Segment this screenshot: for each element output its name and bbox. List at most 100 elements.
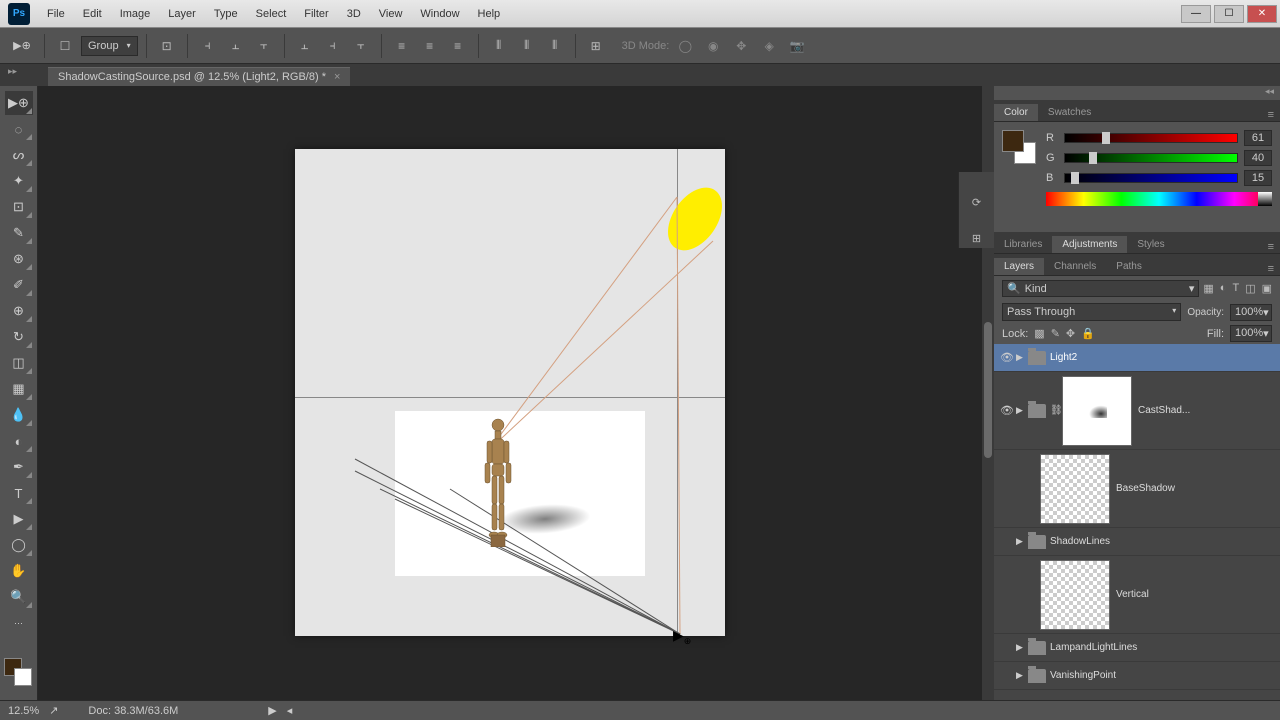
layer-name-label[interactable]: ShadowLines	[1050, 536, 1276, 547]
r-value-input[interactable]: 61	[1244, 130, 1272, 146]
color-tab[interactable]: Color	[994, 104, 1038, 121]
lock-position-icon[interactable]: ✥	[1066, 327, 1075, 340]
magic-wand-tool-icon[interactable]: ✦	[5, 169, 33, 193]
layer-row[interactable]: BaseShadow	[994, 450, 1280, 528]
distribute-right-icon[interactable]: ⦀	[543, 36, 567, 56]
zoom-tool-icon[interactable]: 🔍	[5, 585, 33, 609]
document-canvas[interactable]: ▶⊕	[295, 149, 725, 636]
tab-close-icon[interactable]: ×	[334, 71, 340, 83]
swatches-tab[interactable]: Swatches	[1038, 104, 1101, 121]
adjustments-tab[interactable]: Adjustments	[1052, 236, 1127, 253]
layers-tab[interactable]: Layers	[994, 258, 1044, 275]
move-tool-preset-icon[interactable]: ▶⊕	[8, 34, 36, 58]
libraries-tab[interactable]: Libraries	[994, 236, 1052, 253]
disclosure-icon[interactable]: ▶	[1016, 642, 1028, 653]
menu-window[interactable]: Window	[411, 8, 468, 20]
blend-mode-dropdown[interactable]: Pass Through	[1002, 303, 1181, 321]
channels-tab[interactable]: Channels	[1044, 258, 1106, 275]
spectrum-ramp[interactable]	[1046, 192, 1272, 206]
menu-file[interactable]: File	[38, 8, 74, 20]
paths-tab[interactable]: Paths	[1106, 258, 1152, 275]
layer-name-label[interactable]: LampandLightLines	[1050, 642, 1276, 653]
lasso-tool-icon[interactable]: ᔕ	[5, 143, 33, 167]
path-select-tool-icon[interactable]: ▶	[5, 507, 33, 531]
layers-list[interactable]: 👁▶Light2👁▶⛓CastShad...BaseShadow▶ShadowL…	[994, 344, 1280, 720]
3d-roll-icon[interactable]: ◉	[701, 36, 725, 56]
auto-align-icon[interactable]: ⊞	[584, 36, 608, 56]
mask-link-icon[interactable]: ⛓	[1050, 405, 1062, 416]
3d-slide-icon[interactable]: ◈	[757, 36, 781, 56]
canvas-area[interactable]: ▶⊕	[38, 86, 994, 720]
layer-row[interactable]: ▶ShadowLines	[994, 528, 1280, 556]
fill-input[interactable]: 100%▾	[1230, 325, 1272, 342]
b-value-input[interactable]: 15	[1244, 170, 1272, 186]
align-left-icon[interactable]: ⫞	[196, 36, 220, 56]
align-bottom-icon[interactable]: ⫟	[349, 36, 373, 56]
autoselect-dropdown[interactable]: Group	[81, 36, 138, 56]
3d-zoom-icon[interactable]: 📷	[785, 36, 809, 56]
align-center-v-icon[interactable]: ⫞	[321, 36, 345, 56]
document-tab[interactable]: ShadowCastingSource.psd @ 12.5% (Light2,…	[48, 67, 350, 86]
distribute-hcenter-icon[interactable]: ⦀	[515, 36, 539, 56]
filter-smart-icon[interactable]: ▣	[1262, 282, 1272, 295]
layer-row[interactable]: 👁▶Light2	[994, 344, 1280, 372]
move-tool-icon[interactable]: ▶⊕	[5, 91, 33, 115]
layer-name-label[interactable]: BaseShadow	[1116, 483, 1276, 494]
close-button[interactable]: ✕	[1247, 5, 1277, 23]
layer-filter-dropdown[interactable]: 🔍Kind▾	[1002, 280, 1199, 297]
panel-collapse-icon[interactable]: ◂◂	[994, 86, 1280, 100]
g-slider[interactable]	[1064, 153, 1238, 163]
g-value-input[interactable]: 40	[1244, 150, 1272, 166]
menu-filter[interactable]: Filter	[295, 8, 337, 20]
gradient-tool-icon[interactable]: ▦	[5, 377, 33, 401]
layers-panel-menu-icon[interactable]: ≡	[1262, 263, 1280, 275]
edit-toolbar-icon[interactable]: ⋯	[5, 611, 33, 635]
shape-tool-icon[interactable]: ◯	[5, 533, 33, 557]
distribute-left-icon[interactable]: ⦀	[487, 36, 511, 56]
color-panel-menu-icon[interactable]: ≡	[1262, 109, 1280, 121]
lock-transparent-icon[interactable]: ▩	[1034, 327, 1044, 340]
menu-image[interactable]: Image	[111, 8, 160, 20]
layer-row[interactable]: Vertical	[994, 556, 1280, 634]
layer-thumb[interactable]	[1040, 454, 1110, 524]
color-swatch-pair[interactable]	[1002, 130, 1036, 164]
maximize-button[interactable]: ☐	[1214, 5, 1244, 23]
layer-name-label[interactable]: CastShad...	[1138, 405, 1276, 416]
toolbar-collapse-icon[interactable]: ▸▸	[8, 66, 17, 77]
layer-row[interactable]: ▶ LampandLightLines	[994, 634, 1280, 662]
3d-pan-icon[interactable]: ✥	[729, 36, 753, 56]
3d-orbit-icon[interactable]: ◯	[673, 36, 697, 56]
zoom-expand-icon[interactable]: ↗	[49, 704, 58, 717]
brush-tool-icon[interactable]: ✐	[5, 273, 33, 297]
menu-help[interactable]: Help	[469, 8, 510, 20]
menu-type[interactable]: Type	[205, 8, 247, 20]
menu-layer[interactable]: Layer	[159, 8, 205, 20]
zoom-level[interactable]: 12.5%	[8, 705, 39, 717]
dodge-tool-icon[interactable]: ◐	[5, 429, 33, 453]
filter-pixel-icon[interactable]: ▦	[1203, 282, 1213, 295]
menu-view[interactable]: View	[370, 8, 412, 20]
history-brush-tool-icon[interactable]: ↻	[5, 325, 33, 349]
r-slider[interactable]	[1064, 133, 1238, 143]
lock-all-icon[interactable]: 🔒	[1081, 327, 1095, 340]
layer-visibility-icon[interactable]: 👁	[998, 351, 1016, 364]
align-center-h-icon[interactable]: ⫠	[224, 36, 248, 56]
healing-brush-tool-icon[interactable]: ⊛	[5, 247, 33, 271]
history-panel-icon[interactable]: ⟳	[967, 192, 987, 212]
disclosure-icon[interactable]: ▶	[1016, 670, 1028, 681]
disclosure-icon[interactable]: ▶	[1016, 352, 1028, 363]
layer-row[interactable]: ▶VanishingPoint	[994, 662, 1280, 690]
layer-visibility-icon[interactable]: 👁	[998, 404, 1016, 417]
align-top-icon[interactable]: ⫠	[293, 36, 317, 56]
layer-row[interactable]: 👁▶⛓CastShad...	[994, 372, 1280, 450]
filter-type-icon[interactable]: T	[1232, 282, 1239, 295]
menu-edit[interactable]: Edit	[74, 8, 111, 20]
lock-pixels-icon[interactable]: ✎	[1051, 327, 1060, 340]
auto-select-icon[interactable]: ☐	[53, 36, 77, 56]
eraser-tool-icon[interactable]: ◫	[5, 351, 33, 375]
align-right-icon[interactable]: ⫟	[252, 36, 276, 56]
pen-tool-icon[interactable]: ✒	[5, 455, 33, 479]
marquee-tool-icon[interactable]: ◌	[5, 117, 33, 141]
b-slider[interactable]	[1064, 173, 1238, 183]
layer-thumb[interactable]	[1040, 560, 1110, 630]
